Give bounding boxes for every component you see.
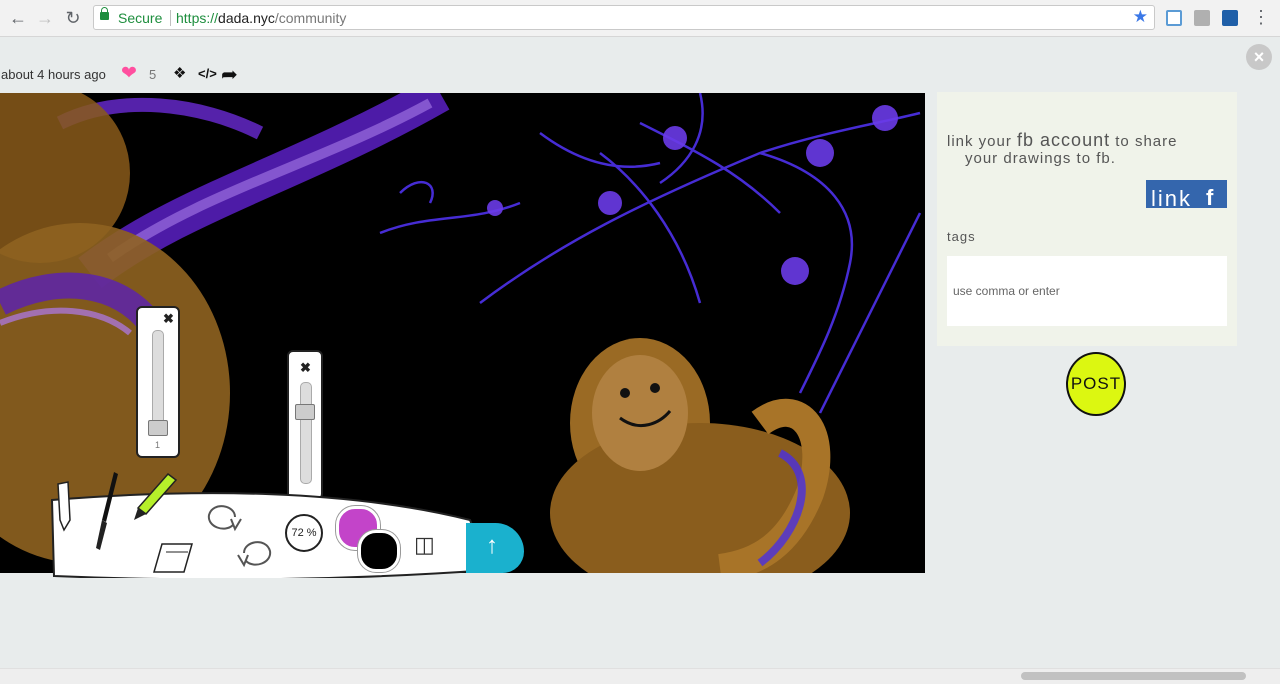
forward-icon[interactable]: → [35, 8, 55, 28]
reload-icon[interactable]: ↻ [63, 8, 83, 28]
bookmark-star-icon[interactable]: ★ [1133, 7, 1148, 27]
brush-size-popup: ✖ 1 [136, 306, 180, 458]
fb-prompt-3: your drawings to fb. [965, 150, 1116, 167]
brush-size-thumb[interactable] [148, 420, 168, 436]
opacity-slider[interactable] [300, 382, 312, 484]
pencil-tool[interactable] [54, 476, 74, 537]
secondary-color-swatch[interactable] [358, 530, 400, 572]
redo-icon [207, 505, 242, 532]
marker-tool[interactable] [132, 472, 180, 527]
post-time: about 4 hours ago [1, 67, 106, 82]
url-scheme: https:// [176, 10, 219, 26]
like-count: 5 [149, 67, 157, 82]
brush-size-close-icon[interactable]: ✖ [163, 311, 174, 327]
brush-icon [96, 472, 118, 550]
zoom-button[interactable]: 72 % [285, 514, 323, 552]
facebook-icon: f [1206, 185, 1214, 208]
share-icon[interactable]: ➦ [221, 62, 238, 87]
fb-prompt-1: link your [947, 133, 1018, 150]
link-facebook-button[interactable]: link f [1146, 180, 1227, 208]
highlighter-icon [134, 472, 178, 520]
back-icon[interactable]: ← [8, 8, 28, 28]
horizontal-scrollbar[interactable] [0, 668, 1280, 684]
trash-icon[interactable]: ◫ [414, 532, 435, 558]
eraser-tool[interactable] [150, 540, 196, 583]
extension-1-icon[interactable] [1166, 10, 1182, 26]
brush-size-slider[interactable] [152, 330, 164, 432]
url-host: dada.nyc [218, 10, 275, 26]
secure-label: Secure [118, 10, 163, 26]
browser-toolbar: ← → ↻ Secure https://dada.nyc/community … [0, 0, 1280, 37]
address-separator [170, 10, 171, 26]
opacity-thumb[interactable] [295, 404, 315, 420]
eraser-icon [153, 543, 193, 573]
extension-zoom-icon[interactable] [1222, 10, 1238, 26]
fb-prompt: link your fb account to share your drawi… [947, 130, 1227, 167]
brush-tool[interactable] [92, 470, 122, 561]
close-icon[interactable]: × [1246, 44, 1272, 70]
opacity-popup: ✖ [287, 350, 323, 500]
post-button[interactable]: POST [1066, 352, 1126, 416]
lock-icon [100, 7, 109, 20]
url-text[interactable]: https://dada.nyc/community [176, 10, 346, 26]
browser-menu-icon[interactable]: ⋮ [1252, 7, 1270, 27]
opacity-close-icon[interactable]: ✖ [300, 360, 311, 376]
undo-icon [237, 541, 272, 568]
address-bar[interactable]: Secure https://dada.nyc/community ★ [93, 5, 1155, 30]
url-path: /community [274, 10, 347, 26]
brush-size-value: 1 [155, 440, 161, 450]
code-icon[interactable]: </> [198, 66, 217, 81]
up-arrow-icon: ↑ [486, 532, 498, 559]
link-facebook-label: link [1151, 186, 1193, 208]
tags-input[interactable] [947, 256, 1227, 326]
tags-label: tags [947, 229, 976, 244]
extension-search-icon[interactable] [1194, 10, 1210, 26]
tag-icon[interactable]: ❖ [173, 64, 186, 82]
pencil-icon [57, 481, 71, 532]
scrollbar-thumb[interactable] [1021, 672, 1246, 680]
undo-button[interactable] [234, 533, 278, 578]
fb-prompt-2: to share [1110, 133, 1178, 150]
heart-icon[interactable]: ❤ [121, 64, 137, 84]
fb-prompt-highlight: fb account [1017, 130, 1111, 150]
share-panel: link your fb account to share your drawi… [937, 92, 1237, 346]
